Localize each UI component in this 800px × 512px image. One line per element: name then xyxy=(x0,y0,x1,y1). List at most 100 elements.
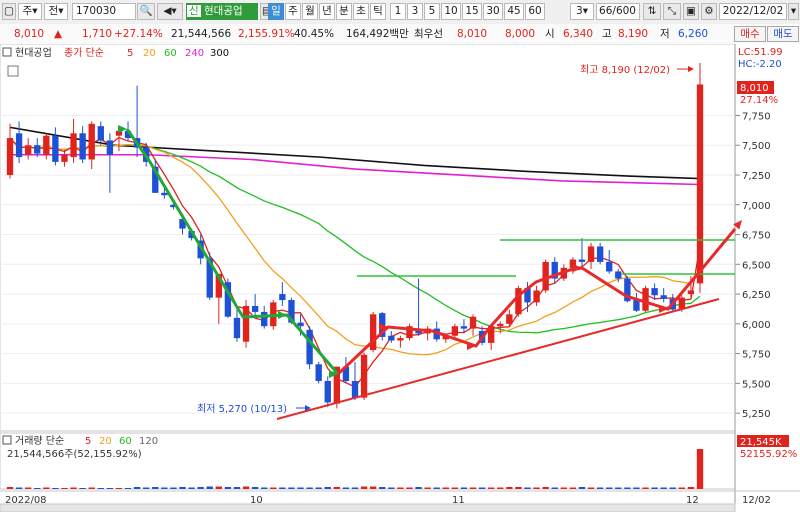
speaker-icon[interactable]: ◀▾ xyxy=(157,3,183,20)
count-input[interactable]: 66/600 xyxy=(596,3,640,20)
sell-button[interactable]: 매도 xyxy=(767,26,799,42)
candle-body xyxy=(651,288,658,296)
window-icon[interactable]: ▢ xyxy=(2,3,16,20)
quote-bar: 8,010 ▲ 1,710 +27.14% 21,544,566 2,155.9… xyxy=(0,24,800,45)
candle-body xyxy=(161,192,168,196)
candle-body xyxy=(578,259,586,262)
candle-body xyxy=(633,300,640,311)
search-icon[interactable]: 🔍 xyxy=(137,3,155,20)
volume-bar xyxy=(533,487,540,489)
volume-bar xyxy=(497,487,504,489)
price-change: 1,710 xyxy=(82,28,113,40)
price-chart[interactable]: 5,250 5,500 5,750 6,000 6,250 6,500 6,750 7,000… xyxy=(0,44,800,512)
volume-bar xyxy=(451,487,459,489)
scrollbar[interactable] xyxy=(0,503,736,512)
volume-bar xyxy=(6,487,14,489)
candle-body xyxy=(360,354,368,398)
candle-body xyxy=(43,135,50,155)
volume-ma-20: 20 xyxy=(99,436,112,447)
up-arrow-icon: ▲ xyxy=(54,28,63,40)
lc-value: LC:51.99 xyxy=(738,47,783,58)
period-select[interactable]: 주▾ xyxy=(18,3,42,20)
volume-bar xyxy=(161,487,168,489)
volume-bar xyxy=(460,487,468,489)
volume-ma-60: 60 xyxy=(119,436,132,447)
volume-bar xyxy=(261,487,268,489)
chart-icon[interactable]: ⇅ xyxy=(643,3,661,20)
candle-body xyxy=(660,295,667,299)
candle-body xyxy=(6,138,14,175)
interval-button-30[interactable]: 30 xyxy=(483,3,503,20)
volume-bar xyxy=(15,487,23,489)
y-tick-label: 5,500 xyxy=(742,379,771,390)
current-price: 8,010 xyxy=(14,28,45,40)
volume-bar xyxy=(133,487,141,489)
volume-ma-120: 120 xyxy=(139,436,158,447)
interval-button-5[interactable]: 5 xyxy=(424,3,440,20)
volume-bar xyxy=(615,487,622,489)
all-select[interactable]: 전▾ xyxy=(44,3,68,20)
volume-bar xyxy=(406,487,413,489)
interval-button-60[interactable]: 60 xyxy=(525,3,545,20)
volume-bar xyxy=(115,488,123,489)
volume-bar xyxy=(297,487,304,489)
volume-bar xyxy=(143,487,150,489)
volume-axis-value: 21,545K xyxy=(740,437,782,448)
period-tab-5[interactable]: 초 xyxy=(353,3,369,20)
volume-bar xyxy=(188,487,195,489)
candle-body xyxy=(615,271,622,279)
volume-bar xyxy=(360,486,368,489)
candle-body xyxy=(388,335,395,341)
interval-button-3[interactable]: 3 xyxy=(407,3,423,20)
save-icon[interactable]: ▣ xyxy=(683,3,699,20)
volume-bar xyxy=(696,449,704,489)
date-input[interactable]: 2022/12/02 xyxy=(719,3,787,20)
period-tab-0[interactable]: 일 xyxy=(268,3,284,20)
period-tab-3[interactable]: 년 xyxy=(319,3,335,20)
interval-button-15[interactable]: 15 xyxy=(462,3,482,20)
y-tick-label: 6,750 xyxy=(742,231,771,242)
period-tab-2[interactable]: 월 xyxy=(302,3,318,20)
volume-bar xyxy=(215,486,222,489)
period-tab-6[interactable]: 틱 xyxy=(370,3,386,20)
legend-ma-240: 240 xyxy=(185,48,204,59)
volume-bar xyxy=(351,487,359,489)
volume-bar xyxy=(333,487,341,489)
gear-icon[interactable]: ⚙ xyxy=(701,3,717,20)
volume-bar xyxy=(551,487,558,489)
volume-bar xyxy=(442,487,449,489)
period-tab-1[interactable]: 주 xyxy=(285,3,301,20)
zoom-icon[interactable]: ⤡ xyxy=(663,3,681,20)
volume-bar xyxy=(388,487,395,489)
code-input[interactable]: 170030 xyxy=(72,3,136,20)
volume-bar xyxy=(424,487,431,489)
price-panel xyxy=(0,44,736,432)
interval-button-1[interactable]: 1 xyxy=(390,3,406,20)
candle-body xyxy=(306,329,313,365)
candle-body xyxy=(15,133,23,158)
buy-button[interactable]: 매수 xyxy=(734,26,766,42)
volume-bar xyxy=(651,487,658,489)
high-annotation: 최고 8,190 (12/02) xyxy=(580,64,670,76)
best-bid: 8,000 xyxy=(505,28,536,40)
period-tab-4[interactable]: 분 xyxy=(336,3,352,20)
calendar-icon[interactable]: ▾ xyxy=(788,3,799,20)
volume-bar xyxy=(560,487,567,489)
candle-body xyxy=(533,290,540,303)
last-price-label: 8,010 xyxy=(740,83,769,94)
candle-body xyxy=(279,294,286,301)
legend-type: 종가 단순 xyxy=(64,47,104,59)
volume-bar xyxy=(596,487,604,489)
volume-bar xyxy=(279,487,286,489)
candle-body xyxy=(696,84,704,284)
candle-body xyxy=(24,145,32,155)
stock-name-field[interactable]: 신 현대공업 xyxy=(186,3,258,20)
interval-button-10[interactable]: 10 xyxy=(441,3,461,20)
interval-value: 3 xyxy=(576,5,583,17)
candle-body xyxy=(506,314,513,324)
candle-body xyxy=(79,133,86,160)
volume-ratio: 2,155.91% xyxy=(238,28,295,40)
candle-body xyxy=(97,126,104,141)
interval-select[interactable]: 3▾ xyxy=(570,3,594,20)
interval-button-45[interactable]: 45 xyxy=(504,3,524,20)
